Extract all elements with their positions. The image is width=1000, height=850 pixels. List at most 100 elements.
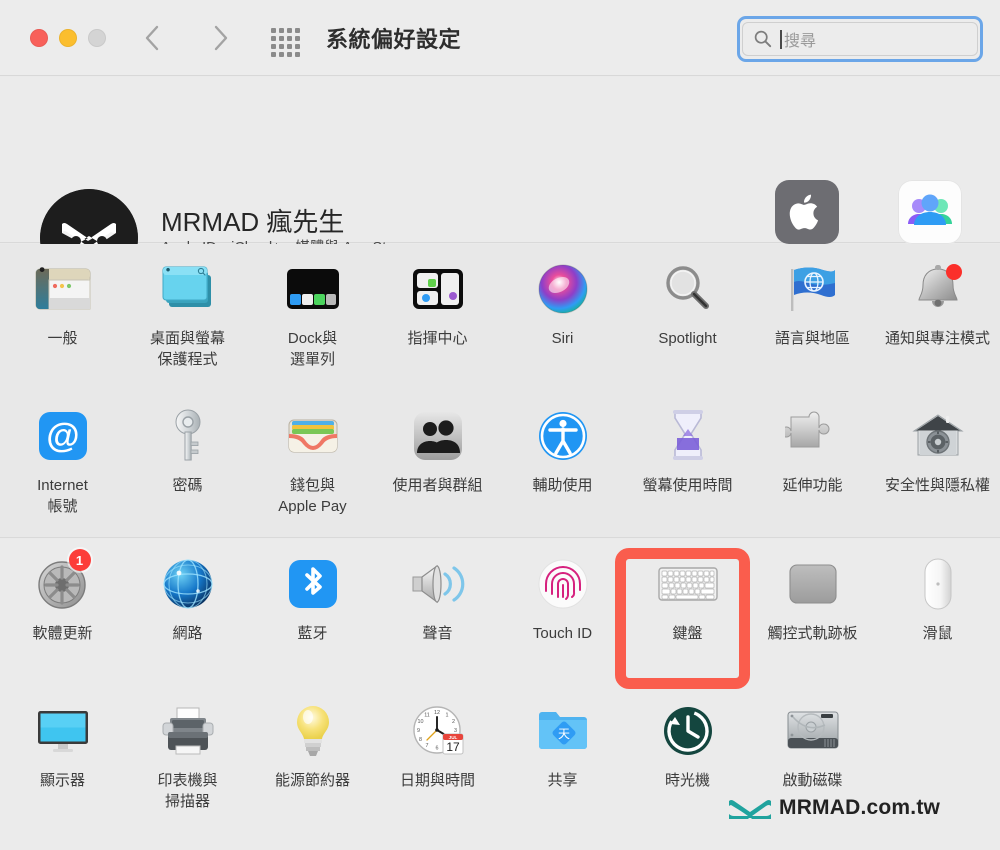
pref-row: 一般 桌面與螢幕 保護程式 Dock與 選單列 指揮中心 Siri Spotli… — [0, 244, 1000, 391]
pref-pane-users-groups[interactable]: 使用者與群組 — [375, 391, 500, 538]
grid-dot — [279, 36, 284, 41]
grid-dot — [295, 52, 300, 57]
pref-pane-desktop-screensaver[interactable]: 桌面與螢幕 保護程式 — [125, 244, 250, 391]
pref-pane-software-update[interactable]: 1 軟體更新 — [0, 539, 125, 686]
svg-text:@: @ — [46, 417, 79, 455]
watermark-text: MRMAD.com.tw — [779, 796, 941, 819]
pref-pane-label: 顯示器 — [39, 772, 85, 789]
minimize-button[interactable] — [59, 29, 77, 47]
back-button[interactable] — [136, 20, 170, 56]
search-icon — [754, 30, 772, 48]
pref-pane-language-region[interactable]: 語言與地區 — [750, 244, 875, 391]
pref-pane-energy-saver[interactable]: 能源節約器 — [250, 686, 375, 833]
status-badge: 1 — [68, 549, 91, 571]
pref-pane-touch-id[interactable]: Touch ID — [500, 539, 625, 686]
pref-pane-label: 錢包與 Apple Pay — [278, 477, 347, 515]
chevron-right-icon — [214, 25, 228, 51]
pref-pane-label: 觸控式軌跡板 — [767, 625, 858, 642]
pref-pane-printers-scanners[interactable]: 印表機與 掃描器 — [125, 686, 250, 833]
grid-dot — [279, 52, 284, 57]
grid-dot — [271, 36, 276, 41]
forward-button[interactable] — [203, 20, 237, 56]
zoom-button[interactable] — [88, 29, 106, 47]
pref-pane-spotlight[interactable]: Spotlight — [625, 244, 750, 391]
preferences-section-personal: 一般 桌面與螢幕 保護程式 Dock與 選單列 指揮中心 Siri Spotli… — [0, 244, 1000, 538]
search-field[interactable]: 搜尋 — [737, 16, 983, 62]
family-glyph — [908, 194, 952, 225]
show-all-button[interactable] — [271, 28, 300, 57]
trackpad-icon — [782, 553, 844, 615]
pref-pane-label: 一般 — [47, 330, 78, 347]
pref-pane-accessibility[interactable]: 輔助使用 — [500, 391, 625, 538]
window-toolbar: 系統偏好設定 搜尋 — [0, 0, 1000, 76]
internet-accounts-icon: @ — [32, 405, 94, 467]
apple-id-account-row: MRMAD 瘋先生 Apple ID、iCloud+、媒體與 App Store… — [0, 77, 1000, 287]
pref-pane-internet-accounts[interactable]: @ Internet 帳號 — [0, 391, 125, 538]
text-cursor — [780, 29, 782, 49]
pref-pane-label: 能源節約器 — [274, 772, 350, 789]
pref-pane-notifications-focus[interactable]: 通知與專注模式 — [875, 244, 1000, 391]
svg-text:12: 12 — [434, 710, 440, 716]
pref-pane-label: 時光機 — [664, 772, 710, 789]
close-button[interactable] — [30, 29, 48, 47]
pref-pane-network[interactable]: 網路 — [125, 539, 250, 686]
pref-pane-label: 通知與專注模式 — [884, 330, 990, 347]
pref-pane-trackpad[interactable]: 觸控式軌跡板 — [750, 539, 875, 686]
svg-text:8: 8 — [419, 737, 422, 743]
control-center-icon — [407, 258, 469, 320]
search-placeholder: 搜尋 — [784, 33, 817, 50]
grid-dot — [279, 44, 284, 49]
svg-text:7: 7 — [425, 743, 428, 749]
pref-pane-extensions[interactable]: 延伸功能 — [750, 391, 875, 538]
wallet-applepay-icon — [282, 405, 344, 467]
keyboard-icon — [657, 553, 719, 615]
touch-id-icon — [532, 553, 594, 615]
time-machine-icon — [657, 700, 719, 762]
pref-pane-sound[interactable]: 聲音 — [375, 539, 500, 686]
screen-time-icon — [657, 405, 719, 467]
pref-pane-sharing[interactable]: 天 共享 — [500, 686, 625, 833]
pref-pane-label: 輔助使用 — [532, 477, 593, 494]
pref-pane-displays[interactable]: 顯示器 — [0, 686, 125, 833]
security-privacy-icon — [907, 405, 969, 467]
pref-pane-label: 螢幕使用時間 — [642, 477, 733, 494]
account-name: MRMAD 瘋先生 — [161, 207, 345, 237]
calendar-day: 17 — [446, 740, 460, 754]
dock-menubar-icon — [282, 258, 344, 320]
pref-pane-label: 日期與時間 — [399, 772, 475, 789]
pref-pane-keyboard[interactable]: 鍵盤 — [625, 539, 750, 686]
pref-pane-security-privacy[interactable]: 安全性與隱私權 — [875, 391, 1000, 538]
grid-dot — [295, 44, 300, 49]
traffic-lights — [30, 29, 106, 47]
pref-pane-bluetooth[interactable]: 藍牙 — [250, 539, 375, 686]
pref-pane-wallet-applepay[interactable]: 錢包與 Apple Pay — [250, 391, 375, 538]
general-icon — [32, 258, 94, 320]
pref-pane-date-time[interactable]: 1212 345 678 91011 JUL 17 — [375, 686, 500, 833]
passwords-icon — [157, 405, 219, 467]
network-icon — [157, 553, 219, 615]
grid-dot — [287, 36, 292, 41]
mrmad-watermark-logo-icon — [729, 800, 771, 819]
pref-pane-screen-time[interactable]: 螢幕使用時間 — [625, 391, 750, 538]
pref-pane-general[interactable]: 一般 — [0, 244, 125, 391]
svg-text:1: 1 — [445, 713, 448, 719]
pref-pane-dock-menubar[interactable]: Dock與 選單列 — [250, 244, 375, 391]
notifications-focus-icon — [907, 258, 969, 320]
pref-pane-siri[interactable]: Siri — [500, 244, 625, 391]
pref-pane-control-center[interactable]: 指揮中心 — [375, 244, 500, 391]
pref-pane-passwords[interactable]: 密碼 — [125, 391, 250, 538]
grid-dot — [287, 52, 292, 57]
pref-pane-label: 滑鼠 — [922, 625, 953, 642]
svg-text:9: 9 — [417, 728, 420, 734]
pref-pane-label: 鍵盤 — [672, 625, 703, 642]
svg-text:天: 天 — [557, 727, 569, 741]
pref-pane-label: Touch ID — [532, 625, 593, 642]
pref-pane-label: 指揮中心 — [407, 330, 468, 347]
pref-pane-mouse[interactable]: 滑鼠 — [875, 539, 1000, 686]
pref-pane-label: 使用者與群組 — [392, 477, 483, 494]
siri-icon — [532, 258, 594, 320]
language-region-icon — [782, 258, 844, 320]
grid-dot — [271, 28, 276, 33]
software-update-icon: 1 — [32, 549, 94, 615]
users-groups-icon — [407, 405, 469, 467]
